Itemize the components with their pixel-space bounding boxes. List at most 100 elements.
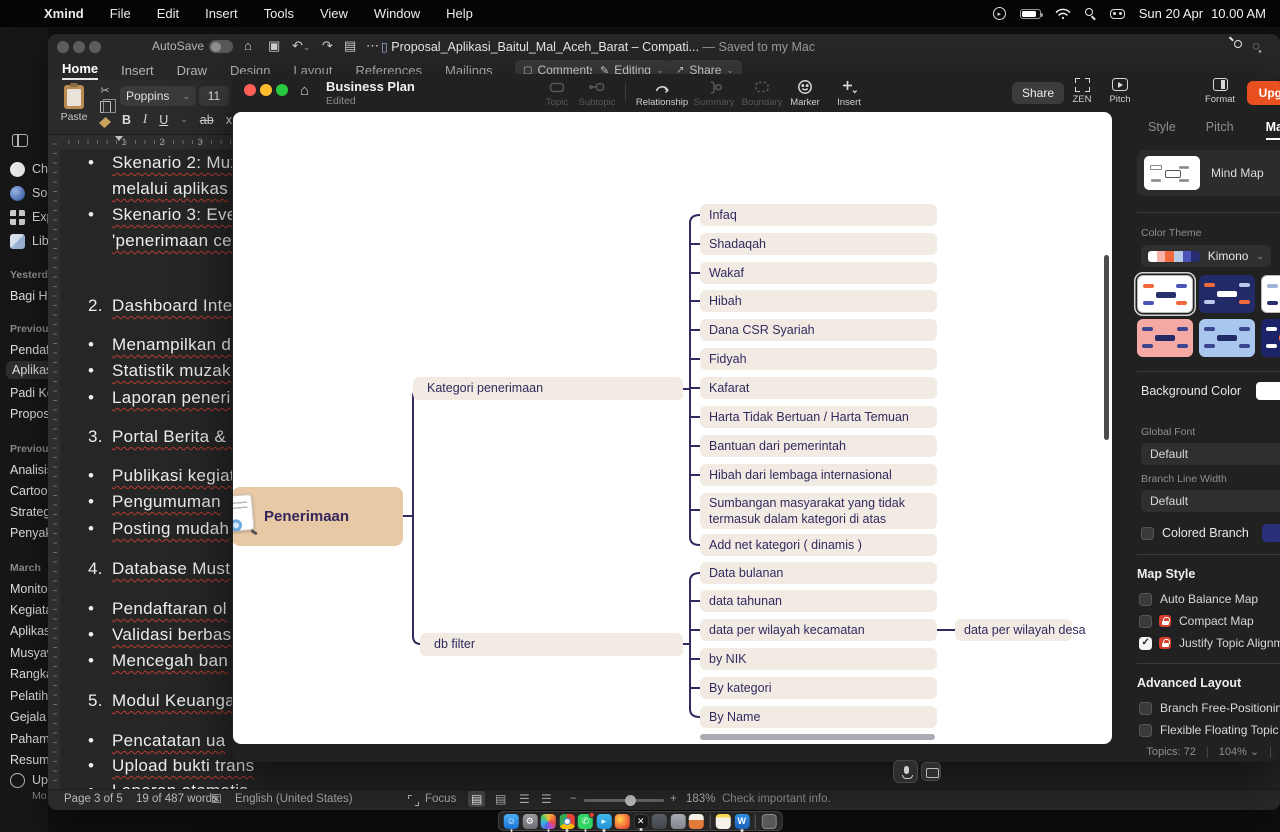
main-topic[interactable]: db filter — [420, 633, 683, 656]
zoom-button[interactable] — [276, 84, 288, 96]
mindmap-canvas[interactable]: Penerimaan Kategori penerimaan db filter… — [233, 112, 1112, 744]
dock-folder-icon[interactable] — [652, 814, 667, 829]
word-count[interactable]: 19 of 487 words — [136, 793, 218, 805]
subtopic[interactable]: Wakaf — [700, 262, 937, 284]
save-icon[interactable]: ▣ — [268, 38, 280, 54]
subtopic[interactable]: Sumbangan masyarakat yang tidak termasuk… — [700, 493, 937, 529]
dock-firefox-icon[interactable] — [615, 814, 630, 829]
subtopic[interactable]: data per wilayah desa — [955, 619, 1072, 641]
vertical-ruler[interactable]: 4567891011121314151617181920 — [48, 135, 60, 789]
dock-photos-icon[interactable] — [541, 814, 556, 829]
colored-branch-checkbox[interactable] — [1141, 527, 1154, 540]
chat-history-item[interactable]: Pelatihan — [10, 687, 48, 705]
subtopic[interactable]: Kafarat — [700, 377, 937, 399]
share-user-icon[interactable]: ◌͓ — [1252, 38, 1260, 53]
chat-history-item[interactable]: Gejala — [10, 708, 48, 726]
chat-history-item[interactable]: Monitori — [10, 580, 48, 598]
subtopic[interactable]: Shadaqah — [700, 233, 937, 255]
sidebar-item-chatgpt[interactable]: Cha — [10, 160, 48, 178]
chat-history-item-selected[interactable]: Aplikasi — [6, 361, 48, 379]
theme-thumbnail[interactable] — [1261, 319, 1280, 357]
theme-thumbnail[interactable] — [1199, 319, 1255, 357]
italic-button[interactable]: I — [143, 112, 147, 127]
central-topic[interactable]: Penerimaan — [233, 487, 403, 546]
theme-thumbnail[interactable] — [1137, 319, 1193, 357]
theme-thumbnail[interactable] — [1199, 275, 1255, 313]
sidebar-item-explore[interactable]: Exp — [10, 208, 48, 226]
zoom-slider-track[interactable] — [584, 799, 664, 802]
sidebar-toggle-icon[interactable] — [12, 134, 28, 147]
autosave-toggle[interactable] — [209, 40, 233, 53]
boundary-tool[interactable]: Boundary — [738, 78, 786, 108]
structure-card[interactable]: Mind Map — [1137, 150, 1280, 196]
underline-button[interactable]: U — [159, 113, 168, 127]
app-menus[interactable]: XmindFileEditInsertToolsViewWindowHelp — [44, 6, 473, 21]
subtopic[interactable]: Infaq — [700, 204, 937, 226]
chat-history-item[interactable]: Rangkai — [10, 665, 48, 683]
chat-history-item[interactable]: Bagi Has — [10, 287, 48, 305]
cut-icon[interactable]: ✂ — [100, 84, 109, 97]
close-button[interactable] — [57, 41, 69, 53]
chat-history-item[interactable]: Resume — [10, 751, 48, 769]
keyboard-input-button[interactable] — [921, 762, 941, 781]
subtopic[interactable]: Add net kategori ( dinamis ) — [700, 534, 937, 556]
panel-tab-map[interactable]: Map — [1266, 120, 1280, 140]
subtopic[interactable]: Fidyah — [700, 348, 937, 370]
control-center-icon[interactable] — [1110, 9, 1125, 19]
branch-color-swatch[interactable] — [1262, 524, 1280, 542]
background-color-swatch[interactable] — [1256, 382, 1280, 400]
subtopic[interactable]: Data bulanan — [700, 562, 937, 584]
dock-preview-icon[interactable] — [670, 814, 685, 829]
chat-history-item[interactable]: Aplikasi — [10, 622, 48, 640]
focus-toggle[interactable]: Focus — [425, 793, 456, 805]
marker-tool[interactable]: Marker — [781, 78, 829, 108]
bold-button[interactable]: B — [122, 113, 131, 127]
compact-map-checkbox[interactable] — [1139, 615, 1152, 628]
panel-tab-style[interactable]: Style — [1148, 120, 1176, 140]
canvas-zoom-level[interactable]: 104% ⌄ — [1219, 745, 1259, 758]
format-painter-icon[interactable] — [99, 117, 111, 128]
zoom-percentage[interactable]: 183% — [686, 793, 715, 805]
chat-history-item[interactable]: Kegiatan — [10, 601, 48, 619]
subtopic[interactable]: Bantuan dari pemerintah — [700, 435, 937, 457]
theme-thumbnail-selected[interactable] — [1137, 275, 1193, 313]
flexible-floating-topic-checkbox[interactable] — [1139, 724, 1152, 737]
panel-tab-pitch[interactable]: Pitch — [1206, 120, 1234, 140]
subtopic[interactable]: By kategori — [700, 677, 937, 699]
dock-telegram-icon[interactable]: ▸ — [596, 814, 611, 829]
chat-history-item[interactable]: Padi Ken — [10, 384, 48, 402]
auto-balance-map-checkbox[interactable] — [1139, 593, 1152, 606]
underline-options-chevron[interactable]: ⌄ — [180, 114, 188, 125]
subtopic[interactable]: data per wilayah kecamatan — [700, 619, 937, 641]
spotlight-search-icon[interactable] — [1085, 8, 1096, 19]
menubar-clock[interactable]: Sun 20 Apr10.00 AM — [1139, 6, 1266, 21]
screen-record-icon[interactable]: ▸ — [993, 7, 1006, 20]
dock-chrome-icon[interactable] — [559, 814, 574, 829]
dock-books-icon[interactable] — [689, 814, 704, 829]
chat-history-item[interactable]: Paham A — [10, 730, 48, 748]
chat-history-item[interactable]: Proposa — [10, 405, 48, 423]
zoom-out-button[interactable]: − — [570, 793, 577, 805]
format-panel-button[interactable]: Format — [1198, 78, 1242, 105]
theme-thumbnail[interactable] — [1261, 275, 1280, 313]
proofing-icon[interactable]: ☒ — [211, 792, 222, 806]
dock-trash-icon[interactable] — [761, 814, 776, 829]
justify-topic-alignment-checkbox[interactable] — [1139, 637, 1152, 650]
redo-icon[interactable]: ↷ — [322, 38, 333, 54]
home-icon[interactable]: ⌂ — [244, 38, 252, 53]
color-theme-select[interactable]: Kimono ⌄ — [1141, 245, 1271, 267]
global-font-select[interactable]: Default — [1141, 443, 1280, 465]
chat-history-item[interactable]: Cartoon — [10, 482, 48, 500]
relationship-tool[interactable]: Relationship — [630, 78, 694, 108]
upgrade-button[interactable]: Upgrade — [1247, 81, 1280, 105]
dock-whatsapp-icon[interactable]: ✆ — [578, 814, 593, 829]
insert-tool[interactable]: Insert — [825, 78, 873, 108]
chat-history-item[interactable]: Musyaw — [10, 644, 48, 662]
horizontal-scrollbar[interactable] — [700, 734, 935, 740]
subtopic[interactable]: Hibah — [700, 290, 937, 312]
undo-icon[interactable]: ↶⌄ — [292, 38, 310, 54]
branch-line-width-select[interactable]: Default — [1141, 490, 1280, 512]
draft-view-icon[interactable]: ☰ — [538, 791, 555, 807]
chat-history-item[interactable]: Pendafta — [10, 341, 48, 359]
dock-word-icon[interactable]: W — [734, 814, 749, 829]
